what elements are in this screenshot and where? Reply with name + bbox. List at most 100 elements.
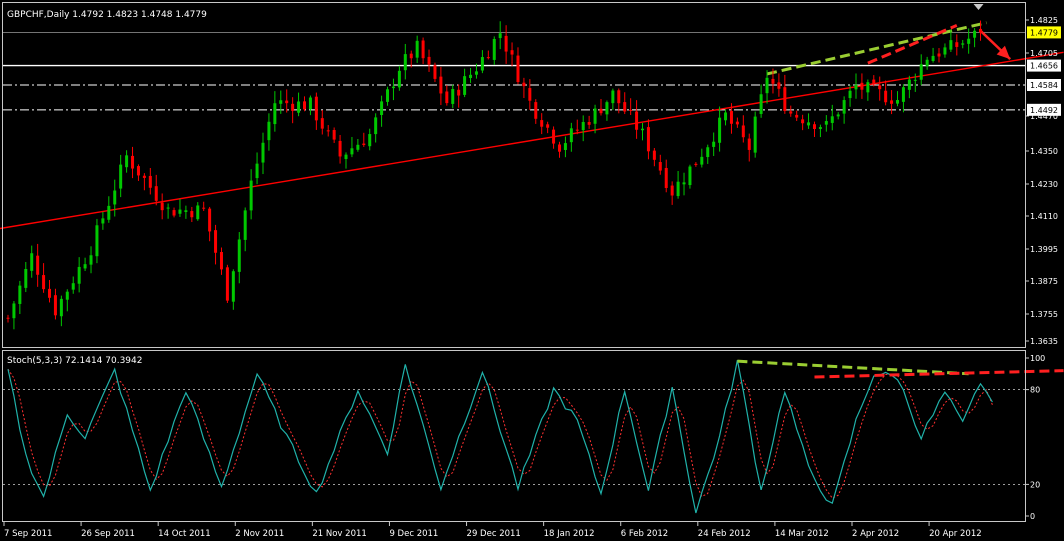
candle-body bbox=[433, 65, 437, 79]
x-tick-label: 18 Jan 2012 bbox=[544, 529, 595, 539]
candle-body bbox=[386, 89, 390, 102]
candle-body bbox=[943, 47, 947, 55]
candle-body bbox=[142, 175, 146, 178]
x-tick-label: 14 Oct 2011 bbox=[158, 529, 211, 539]
candle-body bbox=[931, 55, 935, 62]
candle-body bbox=[249, 180, 253, 211]
candle-body bbox=[575, 129, 579, 131]
candle-body bbox=[724, 112, 728, 121]
symbol-header: GBPCHF,Daily 1.4792 1.4823 1.4748 1.4779 bbox=[7, 10, 207, 20]
x-tick-label: 20 Apr 2012 bbox=[929, 529, 982, 539]
candle-body bbox=[18, 285, 22, 304]
candle-body bbox=[71, 283, 75, 290]
candle-body bbox=[557, 144, 561, 152]
candle-body bbox=[297, 101, 301, 113]
candle-body bbox=[682, 182, 686, 185]
stoch-y-tick-label: 80 bbox=[1030, 386, 1040, 395]
candle-body bbox=[807, 122, 811, 126]
candle-body bbox=[848, 90, 852, 99]
candle-body bbox=[202, 207, 206, 209]
x-tick-label: 24 Feb 2012 bbox=[698, 529, 751, 539]
stoch-y-tick-label: 20 bbox=[1030, 480, 1040, 489]
candle-body bbox=[136, 166, 140, 176]
chart-window: 1.4825 1.4705 1.4470 1.4350 1.4230 1.4110 1.39… bbox=[0, 0, 1064, 541]
candle-body bbox=[469, 74, 473, 78]
candle-body bbox=[148, 175, 152, 188]
candle-body bbox=[36, 255, 40, 275]
candle-body bbox=[65, 291, 69, 300]
candle-body bbox=[457, 89, 461, 96]
candle-body bbox=[267, 121, 271, 141]
candle-body bbox=[854, 84, 858, 90]
candle-body bbox=[569, 128, 573, 143]
candle-body bbox=[522, 82, 526, 87]
candle-body bbox=[427, 56, 431, 65]
candle-body bbox=[480, 57, 484, 71]
chart-background bbox=[0, 0, 1064, 541]
candle-body bbox=[925, 59, 929, 67]
candle-body bbox=[629, 109, 633, 111]
candle-body bbox=[344, 154, 348, 160]
y-tick-label: 1.3635 bbox=[1030, 337, 1058, 346]
candle-body bbox=[676, 181, 680, 197]
x-tick-label: 21 Nov 2011 bbox=[312, 529, 366, 539]
candle-body bbox=[231, 271, 235, 302]
candle-body bbox=[131, 155, 135, 169]
candle-body bbox=[107, 205, 111, 220]
candle-body bbox=[901, 87, 905, 102]
y-tick-label: 1.4230 bbox=[1030, 180, 1058, 189]
candle-body bbox=[320, 118, 324, 129]
candle-body bbox=[42, 275, 46, 290]
candle-body bbox=[166, 207, 170, 209]
y-tick-label: 1.4825 bbox=[1030, 16, 1058, 25]
candle-body bbox=[540, 120, 544, 127]
candle-body bbox=[113, 190, 117, 205]
candle-body bbox=[172, 210, 176, 216]
candle-body bbox=[184, 210, 188, 212]
candle-body bbox=[409, 53, 413, 59]
candle-body bbox=[397, 70, 401, 88]
candle-body bbox=[563, 143, 567, 150]
candle-body bbox=[6, 317, 10, 319]
candle-body bbox=[225, 267, 229, 301]
candle-body bbox=[961, 43, 965, 45]
level-tag-label: 1.4492 bbox=[1030, 106, 1058, 115]
candle-body bbox=[59, 298, 63, 317]
candle-body bbox=[884, 90, 888, 103]
candle-body bbox=[380, 101, 384, 115]
candle-body bbox=[670, 185, 674, 196]
candle-body bbox=[89, 255, 93, 265]
candle-body bbox=[421, 40, 425, 59]
candle-body bbox=[101, 218, 105, 224]
candle-body bbox=[741, 125, 745, 138]
candle-body bbox=[729, 111, 733, 124]
candle-body bbox=[949, 40, 953, 50]
candle-body bbox=[474, 71, 478, 75]
candle-body bbox=[439, 76, 443, 94]
candle-body bbox=[95, 225, 99, 257]
y-tick-label: 1.3755 bbox=[1030, 310, 1058, 319]
candle-body bbox=[712, 141, 716, 147]
candle-body bbox=[374, 117, 378, 135]
candle-body bbox=[913, 79, 917, 81]
candle-body bbox=[812, 124, 816, 130]
candle-body bbox=[658, 162, 662, 171]
candle-body bbox=[842, 100, 846, 114]
candle-body bbox=[261, 142, 265, 163]
candle-body bbox=[308, 97, 312, 110]
candle-body bbox=[617, 90, 621, 104]
candle-body bbox=[747, 138, 751, 150]
candle-body bbox=[208, 208, 212, 232]
candle-body bbox=[753, 116, 757, 153]
candle-body bbox=[237, 239, 241, 272]
candle-body bbox=[907, 79, 911, 90]
candle-body bbox=[291, 103, 295, 111]
candle-body bbox=[160, 202, 164, 211]
candle-body bbox=[765, 77, 769, 94]
candle-body bbox=[878, 85, 882, 90]
candle-body bbox=[635, 111, 639, 130]
candle-body bbox=[735, 121, 739, 125]
candle-body bbox=[623, 102, 627, 112]
candle-body bbox=[492, 38, 496, 60]
candle-body bbox=[356, 144, 360, 150]
